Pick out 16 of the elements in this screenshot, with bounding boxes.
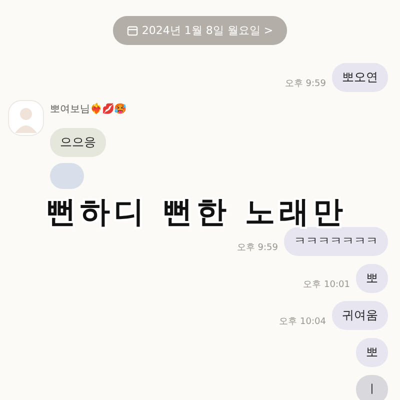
calendar-icon (126, 25, 138, 36)
message-bubble: 뽀 (356, 338, 388, 367)
message-bubble: 뽀 (356, 264, 388, 293)
message-bubble: 귀여움 (332, 301, 388, 330)
date-chip[interactable]: 2024년 1월 8일 월요일 > (112, 16, 288, 45)
avatar-icon (8, 100, 44, 136)
message-time: 오후 9:59 (284, 78, 326, 90)
message-bubble: 으으응 (50, 128, 106, 157)
message-time: 오후 10:01 (303, 279, 350, 291)
message-bubble: ㅣ (356, 375, 388, 400)
message-bubble: 뽀오연 (332, 63, 388, 92)
message-bubble: ㅋㅋㅋㅋㅋㅋㅋ (284, 227, 388, 256)
message-time: 오후 10:04 (279, 316, 326, 328)
message-bubble (50, 163, 84, 189)
sender-name: 뽀여보님❤‍🔥💋🥵 (50, 102, 126, 116)
message-time: 오후 9:59 (236, 242, 278, 254)
